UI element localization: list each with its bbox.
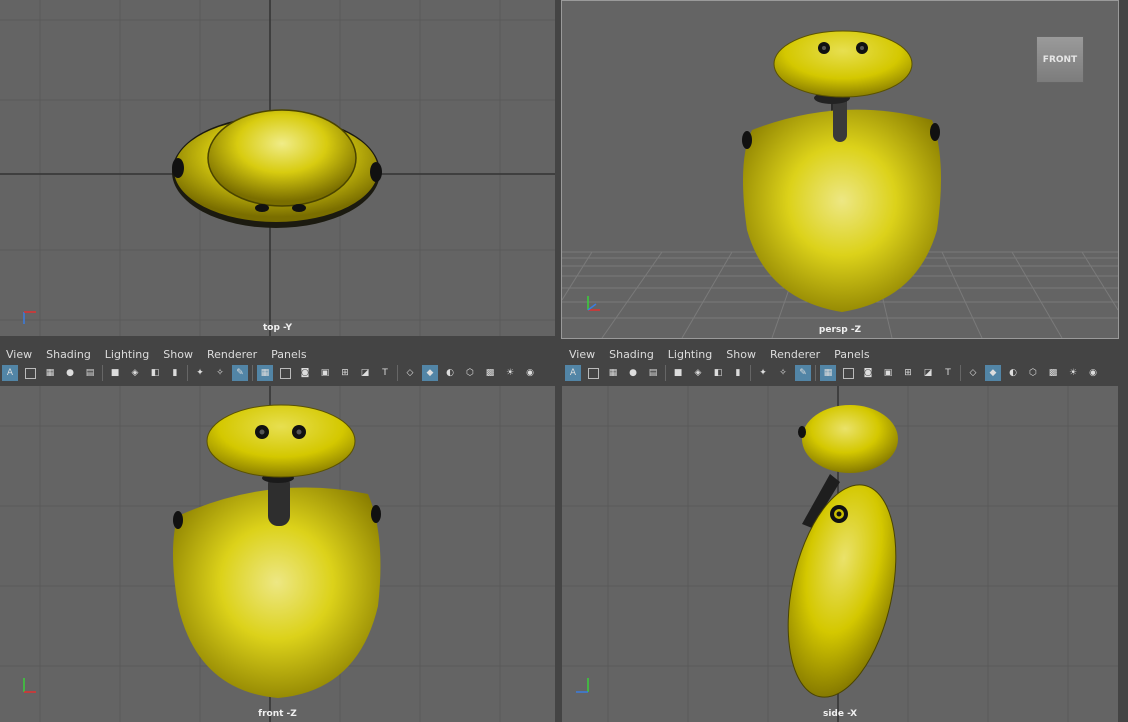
menu-view[interactable]: View: [569, 348, 595, 361]
wireframe-on-shaded-icon[interactable]: ◐: [442, 365, 458, 381]
view-cube[interactable]: FRONT: [1036, 36, 1084, 83]
axis-indicator: [568, 672, 598, 698]
panel-menubar-right: View Shading Lighting Show Renderer Pane…: [563, 344, 1118, 364]
textured-icon[interactable]: ⬡: [1025, 365, 1041, 381]
front-view-canvas: [0, 386, 555, 722]
side-view-canvas: [562, 386, 1118, 722]
bookmark-icon[interactable]: ▦: [605, 365, 621, 381]
viewport-top[interactable]: top -Y: [0, 0, 555, 336]
viewport-label: front -Z: [258, 709, 297, 719]
grease-pencil-icon[interactable]: ▤: [82, 365, 98, 381]
grid-icon[interactable]: ▦: [820, 365, 836, 381]
select-camera-icon[interactable]: A: [2, 365, 18, 381]
frame-selected-icon[interactable]: ▮: [730, 365, 746, 381]
viewport-label: side -X: [822, 709, 858, 719]
panel-toolbar-left: A ▦ ● ▤ ■ ◈ ◧ ▮ ✦ ✧ ✎ ▦ ◙ ▣ ⊞ ◪ T ◇ ◆ ◐ …: [0, 362, 555, 384]
default-lighting-icon[interactable]: ☀: [502, 365, 518, 381]
image-plane-icon[interactable]: ●: [625, 365, 641, 381]
grease-pencil-icon[interactable]: ▤: [645, 365, 661, 381]
frame-all-icon[interactable]: ◧: [147, 365, 163, 381]
textured-icon[interactable]: ⬡: [462, 365, 478, 381]
panel-toolbar-right: A ▦ ● ▤ ■ ◈ ◧ ▮ ✦ ✧ ✎ ▦ ◙ ▣ ⊞ ◪ T ◇ ◆ ◐ …: [563, 362, 1118, 384]
safe-action-icon[interactable]: ◪: [357, 365, 373, 381]
frame-selected-icon[interactable]: ▮: [167, 365, 183, 381]
wireframe-icon[interactable]: ◇: [965, 365, 981, 381]
smooth-shade-icon[interactable]: ◆: [422, 365, 438, 381]
safe-title-icon[interactable]: T: [377, 365, 393, 381]
bookmark-icon[interactable]: ▦: [42, 365, 58, 381]
viewport-side[interactable]: side -X: [562, 386, 1118, 722]
viewport-persp[interactable]: FRONT persp -Z: [562, 0, 1118, 338]
viewport-label: top -Y: [263, 323, 292, 333]
resolution-gate-icon[interactable]: ◙: [860, 365, 876, 381]
camera-attributes-icon[interactable]: [585, 365, 601, 381]
top-view-canvas: [0, 0, 555, 336]
menu-show[interactable]: Show: [163, 348, 193, 361]
menu-lighting[interactable]: Lighting: [668, 348, 712, 361]
menu-shading[interactable]: Shading: [46, 348, 91, 361]
field-chart-icon[interactable]: ⊞: [900, 365, 916, 381]
safe-title-icon[interactable]: T: [940, 365, 956, 381]
menu-shading[interactable]: Shading: [609, 348, 654, 361]
shadows-icon[interactable]: ◉: [522, 365, 538, 381]
move-tool-icon[interactable]: ✦: [755, 365, 771, 381]
move-tool-icon[interactable]: ✦: [192, 365, 208, 381]
select-camera-icon[interactable]: A: [565, 365, 581, 381]
checker-icon[interactable]: ▩: [482, 365, 498, 381]
wireframe-on-shaded-icon[interactable]: ◐: [1005, 365, 1021, 381]
gate-mask-icon[interactable]: ▣: [317, 365, 333, 381]
viewport-front[interactable]: front -Z: [0, 386, 555, 722]
camera-attributes-icon[interactable]: [22, 365, 38, 381]
field-chart-icon[interactable]: ⊞: [337, 365, 353, 381]
film-gate-icon[interactable]: [840, 365, 856, 381]
frame-all-icon[interactable]: ◧: [710, 365, 726, 381]
gate-mask-icon[interactable]: ▣: [880, 365, 896, 381]
panel-menubar-left: View Shading Lighting Show Renderer Pane…: [0, 344, 555, 364]
shadows-icon[interactable]: ◉: [1085, 365, 1101, 381]
snap-icon[interactable]: ✧: [775, 365, 791, 381]
snap-icon[interactable]: ✧: [212, 365, 228, 381]
pencil-icon[interactable]: ✎: [232, 365, 248, 381]
menu-view[interactable]: View: [6, 348, 32, 361]
pencil-icon[interactable]: ✎: [795, 365, 811, 381]
checker-icon[interactable]: ▩: [1045, 365, 1061, 381]
camera-icon[interactable]: ■: [670, 365, 686, 381]
resolution-gate-icon[interactable]: ◙: [297, 365, 313, 381]
menu-lighting[interactable]: Lighting: [105, 348, 149, 361]
image-plane-icon[interactable]: ●: [62, 365, 78, 381]
grid-icon[interactable]: ▦: [257, 365, 273, 381]
menu-panels[interactable]: Panels: [271, 348, 306, 361]
safe-action-icon[interactable]: ◪: [920, 365, 936, 381]
menu-renderer[interactable]: Renderer: [207, 348, 257, 361]
viewport-label: persp -Z: [818, 325, 862, 335]
persp-view-canvas: [562, 30, 1118, 338]
2d-pan-icon[interactable]: ◈: [127, 365, 143, 381]
menu-renderer[interactable]: Renderer: [770, 348, 820, 361]
2d-pan-icon[interactable]: ◈: [690, 365, 706, 381]
axis-indicator: [16, 672, 46, 698]
wireframe-icon[interactable]: ◇: [402, 365, 418, 381]
menu-show[interactable]: Show: [726, 348, 756, 361]
menu-panels[interactable]: Panels: [834, 348, 869, 361]
film-gate-icon[interactable]: [277, 365, 293, 381]
axis-indicator: [582, 290, 612, 316]
smooth-shade-icon[interactable]: ◆: [985, 365, 1001, 381]
camera-icon[interactable]: ■: [107, 365, 123, 381]
default-lighting-icon[interactable]: ☀: [1065, 365, 1081, 381]
